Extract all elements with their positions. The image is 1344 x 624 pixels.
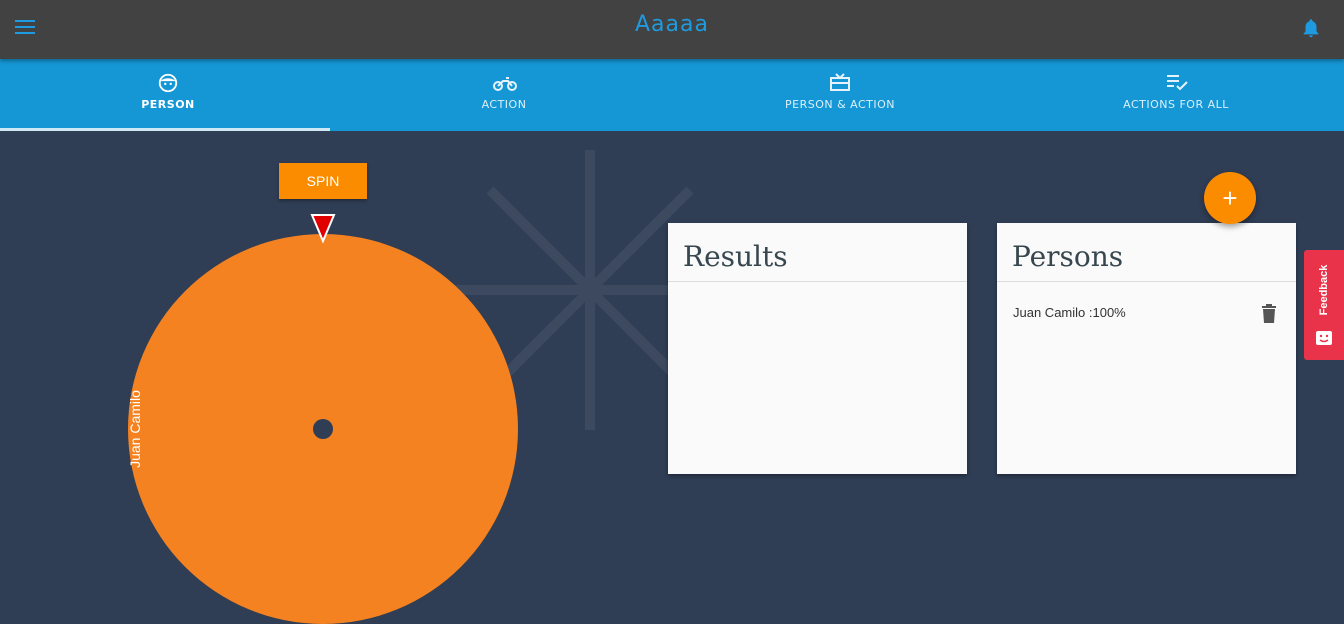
tab-bar: PERSON ACTION PERSON & ACTION ACTIONS FO… (0, 59, 1344, 131)
motorbike-icon (493, 72, 517, 92)
spin-button[interactable]: SPIN (279, 163, 367, 199)
app-bar: Aaaaa (0, 0, 1344, 59)
persons-title: Persons (1012, 240, 1124, 273)
tab-action[interactable]: ACTION (336, 59, 672, 131)
active-tab-indicator (0, 128, 330, 131)
tab-actions-for-all[interactable]: ACTIONS FOR ALL (1008, 59, 1344, 131)
gift-card-icon (829, 72, 851, 92)
bell-icon[interactable] (1300, 16, 1322, 40)
feedback-button[interactable]: Feedback (1304, 250, 1344, 360)
person-label: Juan Camilo :100% (1013, 305, 1126, 320)
divider (997, 281, 1296, 282)
results-card: Results (668, 223, 967, 474)
feedback-label: Feedback (1318, 264, 1330, 316)
list-item: Juan Camilo :100% (1013, 301, 1280, 327)
results-title: Results (683, 240, 788, 273)
persons-card: Persons Juan Camilo :100% (997, 223, 1296, 474)
delete-icon[interactable] (1261, 304, 1277, 324)
tab-label: ACTION (481, 98, 527, 111)
tab-person[interactable]: PERSON (0, 59, 336, 131)
wheel-segment-label: Juan Camilo (127, 390, 143, 468)
tab-label: PERSON & ACTION (784, 98, 896, 111)
tab-label: ACTIONS FOR ALL (1123, 98, 1229, 111)
tab-person-and-action[interactable]: PERSON & ACTION (672, 59, 1008, 131)
tab-label: PERSON (141, 98, 195, 111)
playlist-check-icon (1165, 72, 1188, 92)
spin-wheel[interactable]: Juan Camilo (122, 213, 524, 624)
wheel-hub (313, 419, 333, 439)
add-person-button[interactable]: + (1204, 172, 1256, 224)
face-icon (157, 72, 179, 93)
divider (668, 281, 967, 282)
smiley-icon (1316, 330, 1332, 345)
app-title: Aaaaa (635, 12, 709, 37)
